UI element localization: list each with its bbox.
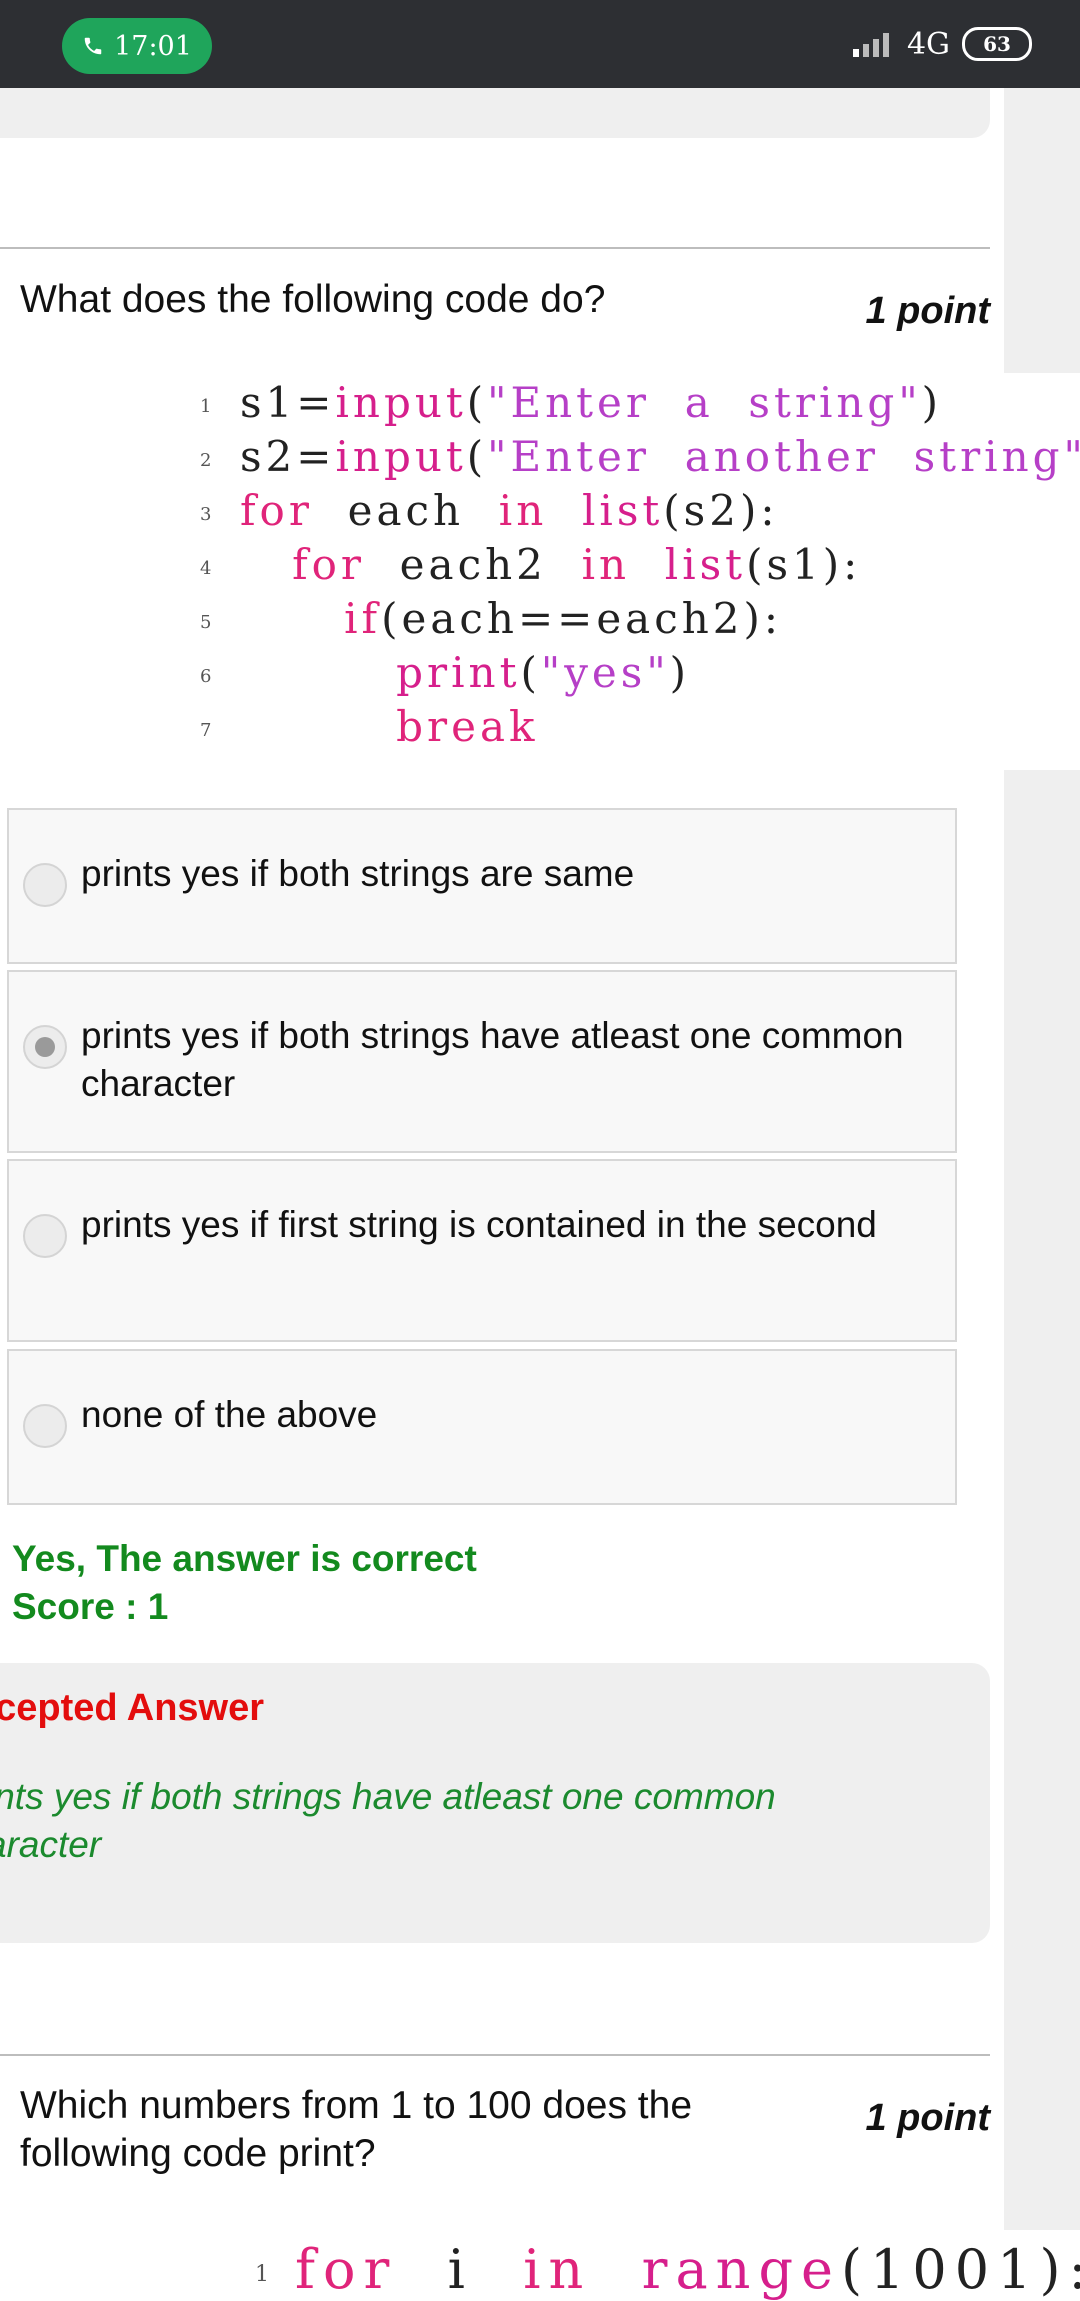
question-points: 1 point [865,290,990,332]
code-line: 1 s1=input("Enter a string") [200,378,942,432]
code-token: in [498,486,548,535]
code-line: 2 s2=input("Enter another string" [200,432,1080,486]
option-label: prints yes if both strings are same [81,853,635,894]
feedback-score: Score : 1 [12,1586,169,1627]
code-line: 6 print("yes") [200,648,690,702]
radio-button[interactable] [23,863,67,907]
code-token: range [641,2238,841,2301]
code-token: print [396,648,521,697]
line-number: 5 [200,611,212,633]
line-number: 4 [200,557,212,579]
question-text: Which numbers from 1 to 100 does the fol… [20,2084,693,2175]
answer-feedback: Yes, The answer is correct Score : 1 [12,1535,477,1631]
code-token: each [312,486,499,535]
accepted-answer-title: ccepted Answer [0,1687,265,1729]
accepted-answer-text: ints yes if both strings have atleast on… [0,1773,886,1869]
scroll-gutter-top [1004,88,1080,373]
code-token: in [523,2238,592,2301]
code-token: for [292,540,365,589]
phone-icon [84,37,102,55]
call-time: 17:01 [114,30,192,62]
radio-button[interactable] [23,1214,67,1258]
accepted-answer-line: ints yes if both strings have atleast on… [0,1776,776,1865]
signal-icon [852,33,889,57]
line-number: 1 [200,395,212,417]
radio-button[interactable] [23,1404,67,1448]
code-token: s1= [240,378,336,427]
code-token: s2= [240,432,336,481]
option-2[interactable]: prints yes if both strings have atleast … [7,970,957,1153]
code-line: 4 for each2 in list(s1): [200,540,861,594]
code-token: (1001): [840,2238,1080,2301]
battery-icon: 63 [962,27,1032,61]
code-token: in [581,540,631,589]
option-label: none of the above [81,1394,378,1435]
code-token: i [397,2238,524,2301]
code-block-partial: 1 for i in range(1001): [255,2238,1080,2301]
line-number: 1 [255,2261,269,2287]
radio-button-selected[interactable] [23,1025,67,1069]
question-divider [0,2054,990,2056]
status-icons: 4G 63 [851,24,1032,64]
question-text: What does the following code do? [20,278,606,321]
previous-card [0,88,990,138]
code-token: (each==each2): [381,594,783,643]
accepted-answer-card: ccepted Answer ints yes if both strings … [0,1663,990,1943]
question-points: 1 point [865,2097,990,2139]
code-token: for [240,486,313,535]
status-bar: 17:01 4G 63 [0,0,1080,88]
code-line: 3 for each in list(s2): [200,486,778,540]
option-label: prints yes if both strings have atleast … [81,1015,904,1104]
option-1[interactable]: prints yes if both strings are same [7,808,957,964]
battery-level: 63 [983,32,1011,56]
code-token: ( [520,648,541,697]
code-token: each2 [364,540,582,589]
question-divider [0,247,990,249]
option-label: prints yes if first string is contained … [81,1204,877,1245]
code-token: break [396,702,539,751]
option-3[interactable]: prints yes if first string is contained … [7,1159,957,1342]
code-token: (s1): [746,540,862,589]
code-token: input [335,432,467,481]
option-4[interactable]: none of the above [7,1349,957,1505]
code-token: (s2): [663,486,779,535]
code-token: "Enter a string" [487,378,922,427]
feedback-correct: Yes, The answer is correct [12,1538,477,1579]
code-token: ( [466,432,488,481]
code-line: 7 break [200,702,538,756]
network-type: 4G [906,26,950,62]
code-token: ( [466,378,488,427]
line-number: 6 [200,665,212,687]
ongoing-call-pill[interactable]: 17:01 [62,18,212,74]
code-line: 5 if(each==each2): [200,594,782,648]
code-token: "Enter another string" [487,432,1080,481]
code-token: for [295,2238,398,2301]
code-token: ) [669,648,691,697]
code-block: 1 s1=input("Enter a string") 2 s2=input("En… [0,378,1080,768]
code-token: list [664,540,747,589]
code-token: if [344,594,382,643]
code-token: "yes" [540,648,670,697]
code-token: input [335,378,467,427]
code-token: list [581,486,664,535]
line-number: 2 [200,449,212,471]
line-number: 7 [200,719,212,741]
code-token: ) [921,378,943,427]
scroll-gutter-bottom [1004,770,1080,2230]
line-number: 3 [200,503,212,525]
